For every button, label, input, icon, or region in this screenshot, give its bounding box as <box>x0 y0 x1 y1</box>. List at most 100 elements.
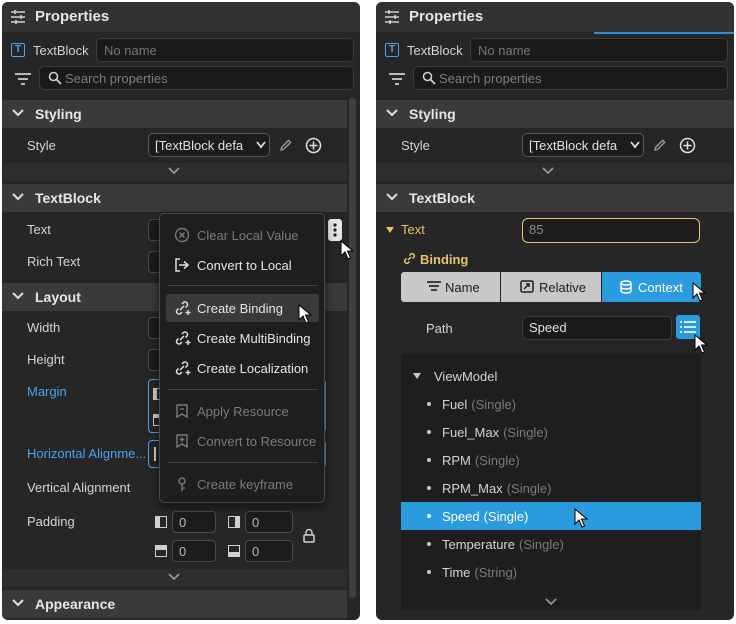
lock-icon[interactable] <box>303 528 315 543</box>
tree-item[interactable]: RPM_Max (Single) <box>401 474 701 502</box>
chevron-down-icon <box>12 292 24 300</box>
text-label: Text <box>27 222 51 237</box>
menu-item-create-binding[interactable]: Create Binding <box>166 294 319 322</box>
item-name: RPM_Max <box>442 481 503 496</box>
item-name: RPM <box>442 453 471 468</box>
element-name-input[interactable] <box>96 38 354 62</box>
padding-left-value: 0 <box>179 515 187 530</box>
padding-top-input[interactable]: 0 <box>172 540 216 562</box>
chevron-down-icon[interactable] <box>545 598 557 606</box>
expand-more-row[interactable] <box>376 163 734 181</box>
search-placeholder: Search properties <box>439 71 542 86</box>
section-title: Styling <box>409 106 456 122</box>
style-select[interactable]: [TextBlock defa <box>522 133 644 157</box>
menu-item-create-keyframe[interactable]: Create keyframe <box>166 470 319 498</box>
mouse-cursor-icon <box>340 240 354 260</box>
section-title: TextBlock <box>35 190 101 206</box>
link-icon <box>403 252 416 265</box>
menu-item-convert-to-local[interactable]: Convert to Local <box>166 251 319 279</box>
search-row: Search properties <box>376 66 734 92</box>
menu-separator <box>168 285 318 286</box>
tree-item[interactable]: Fuel (Single) <box>401 390 701 418</box>
tree-item[interactable]: RPM (Single) <box>401 446 701 474</box>
binding-mode-name[interactable]: Name <box>401 272 500 302</box>
text-input[interactable]: 85 <box>522 218 700 243</box>
item-type: (Single) <box>518 537 564 552</box>
search-placeholder: Search properties <box>65 71 168 86</box>
chevron-down-icon <box>256 141 266 149</box>
menu-item-create-multibinding[interactable]: Create MultiBinding <box>166 324 319 352</box>
section-styling[interactable]: Styling <box>2 100 347 128</box>
element-type-label: TextBlock <box>407 43 463 58</box>
panel-title: Properties <box>409 8 484 25</box>
filter-icon[interactable] <box>388 72 406 86</box>
section-appearance[interactable]: Appearance <box>2 590 347 618</box>
style-label: Style <box>401 138 430 153</box>
add-circle-icon[interactable] <box>305 137 322 154</box>
pencil-edit-icon[interactable] <box>653 138 667 152</box>
item-type: (Single) <box>471 397 517 412</box>
panel-title: Properties <box>35 8 110 25</box>
add-circle-icon[interactable] <box>679 137 696 154</box>
menu-item-clear-local-value[interactable]: Clear Local Value <box>166 221 319 249</box>
tree-item[interactable]: Fuel_Max (Single) <box>401 418 701 446</box>
caret-down-icon[interactable] <box>386 227 394 234</box>
bullet <box>427 542 431 546</box>
binding-mode-context[interactable]: Context <box>602 272 701 302</box>
padding-left-input[interactable]: 0 <box>172 511 216 533</box>
binding-mode-relative[interactable]: Relative <box>501 272 601 302</box>
element-type-label: TextBlock <box>33 43 89 58</box>
menu-item-convert-to-resource[interactable]: Convert to Resource <box>166 427 319 455</box>
list-icon <box>680 321 696 333</box>
resource-icon <box>176 404 188 419</box>
item-name: Fuel_Max <box>442 425 500 440</box>
search-icon <box>48 71 62 85</box>
tree-item[interactable]: Temperature (Single) <box>401 530 701 558</box>
textblock-type-icon: T <box>11 43 25 57</box>
filter-icon[interactable] <box>14 72 32 86</box>
height-label: Height <box>27 352 65 367</box>
clear-circle-icon <box>174 227 190 243</box>
search-icon <box>422 71 436 85</box>
resource-add-icon <box>176 434 188 449</box>
binding-mode-toggle: Name Relative Context <box>401 272 701 302</box>
scrollbar[interactable] <box>349 98 356 598</box>
chevron-down-icon <box>630 141 640 149</box>
tree-item-selected[interactable]: Speed (Single) <box>401 502 701 530</box>
bullet <box>427 458 431 462</box>
section-textblock[interactable]: TextBlock <box>2 184 347 212</box>
binding-mode-label: Relative <box>539 280 586 295</box>
localization-icon <box>175 361 191 375</box>
mouse-cursor-icon <box>692 282 706 302</box>
path-input[interactable]: Speed <box>522 316 672 340</box>
menu-item-label: Clear Local Value <box>197 228 299 243</box>
menu-item-apply-resource[interactable]: Apply Resource <box>166 397 319 425</box>
more-options-button[interactable] <box>328 219 342 241</box>
section-textblock[interactable]: TextBlock <box>376 184 734 212</box>
relative-source-icon <box>520 280 534 293</box>
element-name-input[interactable] <box>470 38 728 62</box>
expand-more-row[interactable] <box>2 569 347 587</box>
item-name: Speed <box>442 509 480 524</box>
item-name: Temperature <box>442 537 515 552</box>
menu-item-create-localization[interactable]: Create Localization <box>166 354 319 382</box>
item-name: Time <box>442 565 471 580</box>
expand-more-row[interactable] <box>2 163 347 181</box>
bullet <box>427 570 431 574</box>
properties-panel-left: Properties T TextBlock Search properties… <box>2 2 360 620</box>
search-input[interactable]: Search properties <box>413 66 728 90</box>
padding-right-input[interactable]: 0 <box>245 511 293 533</box>
padding-bottom-input[interactable]: 0 <box>245 540 293 562</box>
style-select[interactable]: [TextBlock defa <box>148 133 270 157</box>
tune-settings-icon <box>11 10 25 24</box>
context-menu: Clear Local Value Convert to Local Creat… <box>159 213 325 503</box>
binding-label: Binding <box>420 252 469 267</box>
mouse-cursor-icon <box>574 508 588 528</box>
search-input[interactable]: Search properties <box>39 66 354 90</box>
padding-left-icon <box>155 516 167 528</box>
tree-item[interactable]: Time (String) <box>401 558 701 586</box>
pencil-edit-icon[interactable] <box>279 138 293 152</box>
list-lines-icon <box>427 281 441 291</box>
section-styling[interactable]: Styling <box>376 100 734 128</box>
tree-root[interactable]: ViewModel <box>401 362 701 390</box>
